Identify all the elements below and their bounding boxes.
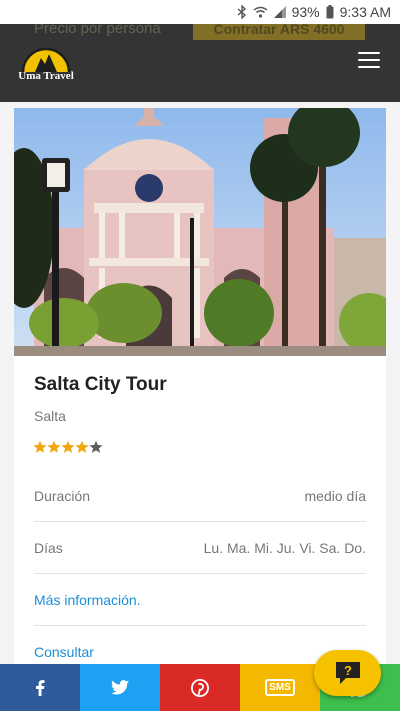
svg-text:?: ? <box>344 663 352 678</box>
tour-photo <box>14 108 386 356</box>
sticky-booking-bar-ghost: Precio por persona Contratar ARS 4600 <box>0 24 400 42</box>
star-filled-icon <box>75 440 89 453</box>
star-filled-icon <box>47 440 61 453</box>
share-twitter-button[interactable] <box>80 664 160 711</box>
book-now-button[interactable]: Contratar ARS 4600 <box>193 24 365 40</box>
star-empty-icon <box>89 440 103 453</box>
share-pinterest-button[interactable] <box>160 664 240 711</box>
site-header: Precio por persona Contratar ARS 4600 Um… <box>0 24 400 102</box>
status-bar: 93% 9:33 AM <box>0 0 400 24</box>
duration-label: Duración <box>34 487 91 504</box>
bluetooth-icon <box>237 5 247 19</box>
tour-card: Salta City Tour Salta Duración medio día… <box>14 108 386 708</box>
tour-title: Salta City Tour <box>34 374 167 395</box>
more-info-link[interactable]: Más información. <box>34 574 366 626</box>
help-chat-button[interactable]: ? <box>314 650 381 696</box>
share-sms-button[interactable]: SMS <box>240 664 320 711</box>
share-facebook-button[interactable] <box>0 664 80 711</box>
facebook-icon <box>36 679 45 696</box>
wifi-icon <box>253 6 268 18</box>
days-value: Lu. Ma. Mi. Ju. Vi. Sa. Do. <box>203 539 366 556</box>
brand-logo[interactable]: Uma Travel <box>17 44 75 88</box>
signal-icon <box>273 6 286 18</box>
duration-row: Duración medio día <box>34 470 366 522</box>
days-row: Días Lu. Ma. Mi. Ju. Vi. Sa. Do. <box>34 522 366 574</box>
duration-value: medio día <box>304 487 366 504</box>
pinterest-icon <box>191 678 209 697</box>
battery-percent: 93% <box>291 4 320 20</box>
clock-time: 9:33 AM <box>339 4 391 20</box>
star-filled-icon <box>33 440 47 453</box>
twitter-icon <box>111 680 129 695</box>
help-chat-icon: ? <box>335 662 360 684</box>
hamburger-menu-icon[interactable] <box>358 52 380 70</box>
battery-icon <box>326 5 334 19</box>
brand-name: Uma Travel <box>18 70 74 82</box>
days-label: Días <box>34 539 63 556</box>
star-filled-icon <box>61 440 75 453</box>
sms-icon: SMS <box>265 679 295 696</box>
rating-stars <box>33 440 103 454</box>
price-per-person-label: Precio por persona <box>34 24 161 37</box>
tour-location: Salta <box>34 408 66 424</box>
